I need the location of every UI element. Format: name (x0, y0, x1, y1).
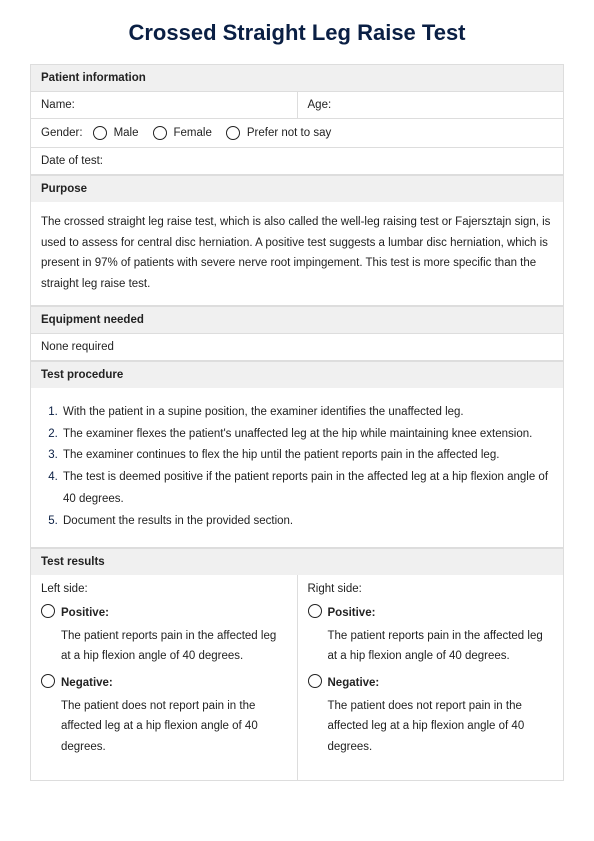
radio-right-negative[interactable] (308, 674, 322, 688)
results-header: Test results (30, 548, 564, 575)
purpose-text: The crossed straight leg raise test, whi… (30, 202, 564, 306)
gender-label: Gender: (41, 127, 83, 139)
gender-option-female: Female (174, 127, 212, 139)
step-5: Document the results in the provided sec… (61, 511, 553, 533)
radio-right-positive[interactable] (308, 604, 322, 618)
step-3: The examiner continues to flex the hip u… (61, 445, 553, 467)
gender-option-male: Male (114, 127, 139, 139)
gender-row: Gender: Male Female Prefer not to say (30, 119, 564, 148)
purpose-header: Purpose (30, 175, 564, 202)
results-left: Left side: Positive: The patient reports… (31, 575, 298, 780)
left-side-label: Left side: (41, 583, 287, 595)
right-negative-label: Negative: (328, 677, 380, 689)
step-1: With the patient in a supine position, t… (61, 402, 553, 424)
left-negative-label: Negative: (61, 677, 113, 689)
right-side-label: Right side: (308, 583, 554, 595)
right-positive-label: Positive: (328, 607, 376, 619)
age-field[interactable]: Age: (298, 92, 564, 118)
left-positive-desc: The patient reports pain in the affected… (61, 626, 287, 667)
page-title: Crossed Straight Leg Raise Test (30, 20, 564, 46)
date-field[interactable]: Date of test: (31, 148, 563, 174)
radio-left-positive[interactable] (41, 604, 55, 618)
radio-female[interactable] (153, 126, 167, 140)
patient-info-header: Patient information (30, 64, 564, 91)
radio-male[interactable] (93, 126, 107, 140)
right-negative-desc: The patient does not report pain in the … (328, 696, 554, 758)
radio-na[interactable] (226, 126, 240, 140)
step-4: The test is deemed positive if the patie… (61, 467, 553, 511)
right-positive-desc: The patient reports pain in the affected… (328, 626, 554, 667)
gender-option-na: Prefer not to say (247, 127, 331, 139)
results-right: Right side: Positive: The patient report… (298, 575, 564, 780)
left-negative-desc: The patient does not report pain in the … (61, 696, 287, 758)
left-positive-label: Positive: (61, 607, 109, 619)
procedure-steps: With the patient in a supine position, t… (30, 388, 564, 548)
radio-left-negative[interactable] (41, 674, 55, 688)
name-field[interactable]: Name: (31, 92, 298, 118)
procedure-header: Test procedure (30, 361, 564, 388)
results-container: Left side: Positive: The patient reports… (30, 575, 564, 781)
equipment-header: Equipment needed (30, 306, 564, 333)
equipment-text: None required (31, 334, 563, 360)
step-2: The examiner flexes the patient's unaffe… (61, 424, 553, 446)
